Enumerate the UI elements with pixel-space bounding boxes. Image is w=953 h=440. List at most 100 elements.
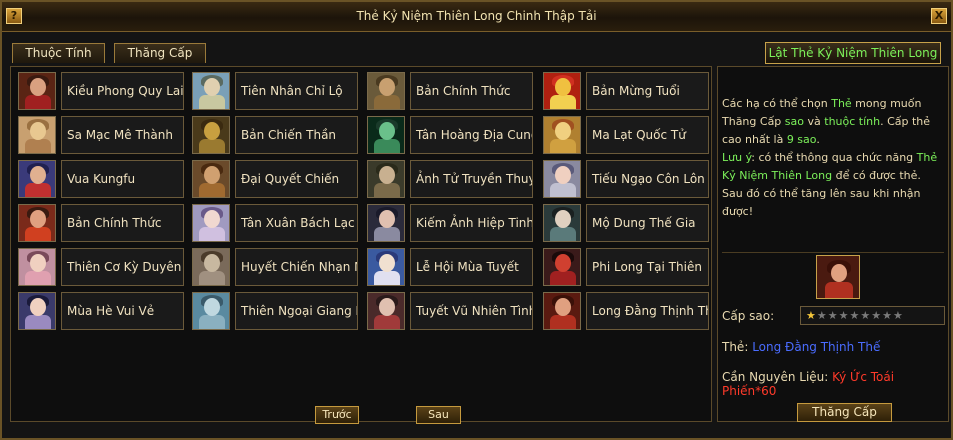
tab-upgrade[interactable]: Thăng Cấp: [114, 43, 206, 63]
card-label[interactable]: Thiên Cơ Kỳ Duyên: [61, 248, 184, 286]
tab-attributes[interactable]: Thuộc Tính: [12, 43, 105, 63]
card-item[interactable]: Huyết Chiến Nhạn Môn: [188, 247, 359, 286]
card-item[interactable]: Thiên Cơ Kỳ Duyên: [14, 247, 185, 286]
card-item[interactable]: Bản Chiến Thần: [188, 115, 359, 154]
card-thumbnail[interactable]: [543, 160, 581, 198]
card-item[interactable]: Kiếm Ảnh Hiệp Tinh: [363, 203, 534, 242]
card-item[interactable]: Bản Chính Thức: [14, 203, 185, 242]
desc-text: và: [804, 115, 825, 128]
portrait-face: [555, 122, 571, 140]
card-item[interactable]: Vua Kungfu: [14, 159, 185, 198]
card-label[interactable]: Mùa Hè Vui Vẻ: [61, 292, 184, 330]
portrait-face: [204, 166, 220, 184]
card-item[interactable]: Tân Hoàng Địa Cung: [363, 115, 534, 154]
card-item[interactable]: Đại Quyết Chiến: [188, 159, 359, 198]
card-thumbnail[interactable]: [367, 116, 405, 154]
flip-card-button[interactable]: Lật Thẻ Kỷ Niệm Thiên Long: [765, 42, 941, 64]
star-rating: ★★★★★★★★★: [800, 306, 945, 325]
card-thumbnail[interactable]: [192, 292, 230, 330]
card-item[interactable]: Tiếu Ngạo Côn Lôn: [539, 159, 710, 198]
card-item[interactable]: Long Đằng Thịnh Thế: [539, 291, 710, 330]
card-item[interactable]: Bản Mừng Tuổi: [539, 71, 710, 110]
card-item[interactable]: Tuyết Vũ Nhiên Tình: [363, 291, 534, 330]
card-thumbnail[interactable]: [192, 72, 230, 110]
card-label[interactable]: Tiếu Ngạo Côn Lôn: [586, 160, 709, 198]
card-label[interactable]: Bản Mừng Tuổi: [586, 72, 709, 110]
card-thumbnail[interactable]: [18, 248, 56, 286]
card-thumbnail[interactable]: [18, 292, 56, 330]
portrait-body: [199, 95, 225, 109]
card-thumbnail[interactable]: [543, 292, 581, 330]
card-thumbnail[interactable]: [543, 116, 581, 154]
portrait-face: [204, 210, 220, 228]
card-label[interactable]: Ma Lạt Quốc Tử: [586, 116, 709, 154]
card-label[interactable]: Vua Kungfu: [61, 160, 184, 198]
portrait-face: [555, 254, 571, 272]
star-level-label: Cấp sao:: [722, 309, 775, 323]
card-item[interactable]: Tiên Nhân Chỉ Lộ: [188, 71, 359, 110]
card-thumbnail[interactable]: [367, 160, 405, 198]
portrait-body: [199, 183, 225, 197]
card-thumbnail[interactable]: [367, 204, 405, 242]
card-thumbnail[interactable]: [192, 116, 230, 154]
card-label[interactable]: Huyết Chiến Nhạn Môn: [235, 248, 358, 286]
card-item[interactable]: Thiên Ngoại Giang Hồ: [188, 291, 359, 330]
portrait-face: [204, 122, 220, 140]
portrait-face: [30, 298, 46, 316]
desc-text: : có thể thông qua chức năng: [751, 151, 917, 164]
card-item[interactable]: Phi Long Tại Thiên: [539, 247, 710, 286]
card-item[interactable]: Ảnh Tử Truyền Thuy: [363, 159, 534, 198]
card-label[interactable]: Bản Chính Thức: [61, 204, 184, 242]
card-label[interactable]: Thiên Ngoại Giang Hồ: [235, 292, 358, 330]
card-label[interactable]: Tuyết Vũ Nhiên Tình: [410, 292, 533, 330]
card-label[interactable]: Lễ Hội Mùa Tuyết: [410, 248, 533, 286]
card-label[interactable]: Ảnh Tử Truyền Thuy: [410, 160, 533, 198]
next-page-button[interactable]: Sau: [416, 406, 461, 424]
card-thumbnail[interactable]: [18, 160, 56, 198]
close-button[interactable]: X: [931, 8, 947, 24]
card-item[interactable]: Sa Mạc Mê Thành: [14, 115, 185, 154]
portrait-body: [25, 95, 51, 109]
card-label[interactable]: Tân Xuân Bách Lạc Hội: [235, 204, 358, 242]
material-label: Cần Nguyên Liệu:: [722, 370, 833, 384]
card-item[interactable]: Lễ Hội Mùa Tuyết: [363, 247, 534, 286]
card-item[interactable]: Mộ Dung Thế Gia: [539, 203, 710, 242]
card-thumbnail[interactable]: [367, 248, 405, 286]
card-item[interactable]: Mùa Hè Vui Vẻ: [14, 291, 185, 330]
card-label[interactable]: Kiều Phong Quy Lai: [61, 72, 184, 110]
card-thumbnail[interactable]: [18, 116, 56, 154]
portrait-body: [550, 271, 576, 285]
card-item[interactable]: Bản Chính Thức: [363, 71, 534, 110]
card-item[interactable]: Tân Xuân Bách Lạc Hội: [188, 203, 359, 242]
upgrade-button[interactable]: Thăng Cấp: [797, 403, 892, 422]
card-label[interactable]: Bản Chiến Thần: [235, 116, 358, 154]
card-label[interactable]: Đại Quyết Chiến: [235, 160, 358, 198]
card-thumbnail[interactable]: [543, 72, 581, 110]
card-label[interactable]: Tân Hoàng Địa Cung: [410, 116, 533, 154]
card-thumbnail[interactable]: [367, 292, 405, 330]
card-label[interactable]: Mộ Dung Thế Gia: [586, 204, 709, 242]
prev-page-button[interactable]: Trước: [315, 406, 359, 424]
card-item[interactable]: Kiều Phong Quy Lai: [14, 71, 185, 110]
portrait-body: [25, 315, 51, 329]
card-item[interactable]: Ma Lạt Quốc Tử: [539, 115, 710, 154]
star-empty-icon: ★: [849, 309, 860, 322]
card-label[interactable]: Long Đằng Thịnh Thế: [586, 292, 709, 330]
card-label[interactable]: Tiên Nhân Chỉ Lộ: [235, 72, 358, 110]
portrait-face: [30, 210, 46, 228]
card-thumbnail[interactable]: [18, 204, 56, 242]
card-thumbnail[interactable]: [192, 248, 230, 286]
card-thumbnail[interactable]: [543, 248, 581, 286]
card-label[interactable]: Phi Long Tại Thiên: [586, 248, 709, 286]
portrait-face: [379, 298, 395, 316]
card-thumbnail[interactable]: [192, 204, 230, 242]
card-label[interactable]: Bản Chính Thức: [410, 72, 533, 110]
card-label[interactable]: Sa Mạc Mê Thành: [61, 116, 184, 154]
card-thumbnail[interactable]: [543, 204, 581, 242]
star-empty-icon: ★: [893, 309, 903, 322]
card-thumbnail[interactable]: [192, 160, 230, 198]
card-thumbnail[interactable]: [18, 72, 56, 110]
portrait-body: [199, 227, 225, 241]
card-label[interactable]: Kiếm Ảnh Hiệp Tinh: [410, 204, 533, 242]
card-thumbnail[interactable]: [367, 72, 405, 110]
